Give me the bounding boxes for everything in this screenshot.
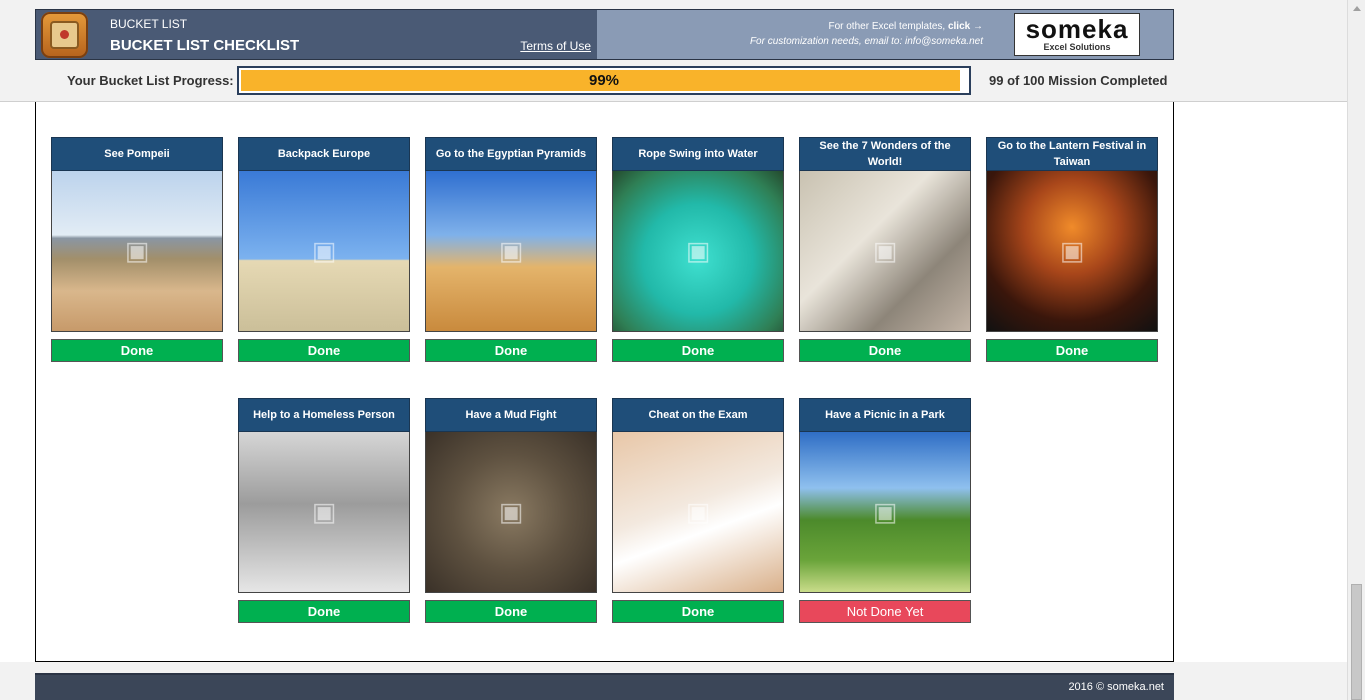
terms-of-use-link[interactable]: Terms of Use	[520, 39, 591, 53]
templates-promo-text: For other Excel templates,	[828, 21, 946, 32]
photo-icon: ▣	[124, 235, 150, 266]
status-button[interactable]: Done	[612, 600, 784, 623]
card-cheat-exam: Cheat on the Exam ▣ Done	[612, 398, 784, 623]
footer-bar: 2016 © someka.net	[35, 673, 1174, 700]
card-rope-swing: Rope Swing into Water ▣ Done	[612, 137, 784, 362]
scroll-up-arrow-icon[interactable]	[1353, 6, 1361, 11]
status-button[interactable]: Done	[238, 600, 410, 623]
templates-click-link[interactable]: click →	[948, 21, 983, 32]
card-photo: ▣	[51, 171, 223, 332]
card-seven-wonders: See the 7 Wonders of the World! ▣ Done	[799, 137, 971, 362]
templates-promo: For other Excel templates, click →	[828, 21, 983, 32]
progress-percent: 99%	[588, 72, 620, 89]
photo-icon: ▣	[311, 235, 337, 266]
app-name: BUCKET LIST	[110, 17, 188, 31]
header-left-panel: BUCKET LIST BUCKET LIST CHECKLIST Terms …	[36, 10, 597, 59]
card-photo: ▣	[799, 432, 971, 593]
card-lantern-festival: Go to the Lantern Festival in Taiwan ▣ D…	[986, 137, 1158, 362]
card-title: Rope Swing into Water	[612, 137, 784, 171]
card-mud-fight: Have a Mud Fight ▣ Done	[425, 398, 597, 623]
status-button[interactable]: Done	[986, 339, 1158, 362]
status-button[interactable]: Done	[612, 339, 784, 362]
brand-name: someka	[1025, 14, 1129, 44]
photo-icon: ▣	[498, 235, 524, 266]
card-title: See the 7 Wonders of the World!	[799, 137, 971, 171]
card-title: Cheat on the Exam	[612, 398, 784, 432]
card-photo: ▣	[986, 171, 1158, 332]
status-button[interactable]: Done	[425, 339, 597, 362]
card-egyptian-pyramids: Go to the Egyptian Pyramids ▣ Done	[425, 137, 597, 362]
card-photo: ▣	[799, 171, 971, 332]
card-homeless-person: Help to a Homeless Person ▣ Done	[238, 398, 410, 623]
header-right-panel: For other Excel templates, click → For c…	[597, 10, 1173, 59]
photo-icon: ▣	[685, 496, 711, 527]
customization-promo: For customization needs, email to: info@…	[749, 36, 983, 47]
card-photo: ▣	[425, 171, 597, 332]
card-title: Go to the Egyptian Pyramids	[425, 137, 597, 171]
page-title: BUCKET LIST CHECKLIST	[110, 37, 300, 54]
progress-bar: 99%	[237, 66, 971, 95]
scroll-thumb[interactable]	[1351, 584, 1362, 700]
card-title: Go to the Lantern Festival in Taiwan	[986, 137, 1158, 171]
header-banner: BUCKET LIST BUCKET LIST CHECKLIST Terms …	[35, 9, 1174, 60]
status-button[interactable]: Done	[799, 339, 971, 362]
vertical-scrollbar[interactable]	[1347, 0, 1365, 700]
card-title: Backpack Europe	[238, 137, 410, 171]
card-see-pompeii: See Pompeii ▣ Done	[51, 137, 223, 362]
card-photo: ▣	[238, 171, 410, 332]
card-photo: ▣	[238, 432, 410, 593]
status-button[interactable]: Done	[51, 339, 223, 362]
card-photo: ▣	[612, 432, 784, 593]
photo-icon: ▣	[872, 235, 898, 266]
card-title: Have a Picnic in a Park	[799, 398, 971, 432]
bucket-list-app-icon	[41, 12, 88, 58]
card-photo: ▣	[425, 432, 597, 593]
photo-icon: ▣	[311, 496, 337, 527]
someka-logo[interactable]: someka Excel Solutions	[1014, 13, 1140, 56]
card-title: Help to a Homeless Person	[238, 398, 410, 432]
footer-copyright: 2016 © someka.net	[1068, 681, 1164, 693]
photo-icon: ▣	[872, 496, 898, 527]
card-title: See Pompeii	[51, 137, 223, 171]
status-button[interactable]: Not Done Yet	[799, 600, 971, 623]
card-backpack-europe: Backpack Europe ▣ Done	[238, 137, 410, 362]
photo-icon: ▣	[1059, 235, 1085, 266]
progress-label: Your Bucket List Progress:	[67, 73, 234, 88]
photo-icon: ▣	[685, 235, 711, 266]
card-photo: ▣	[612, 171, 784, 332]
status-button[interactable]: Done	[425, 600, 597, 623]
card-picnic-park: Have a Picnic in a Park ▣ Not Done Yet	[799, 398, 971, 623]
card-title: Have a Mud Fight	[425, 398, 597, 432]
status-button[interactable]: Done	[238, 339, 410, 362]
progress-count: 99 of 100 Mission Completed	[989, 73, 1168, 88]
photo-icon: ▣	[498, 496, 524, 527]
